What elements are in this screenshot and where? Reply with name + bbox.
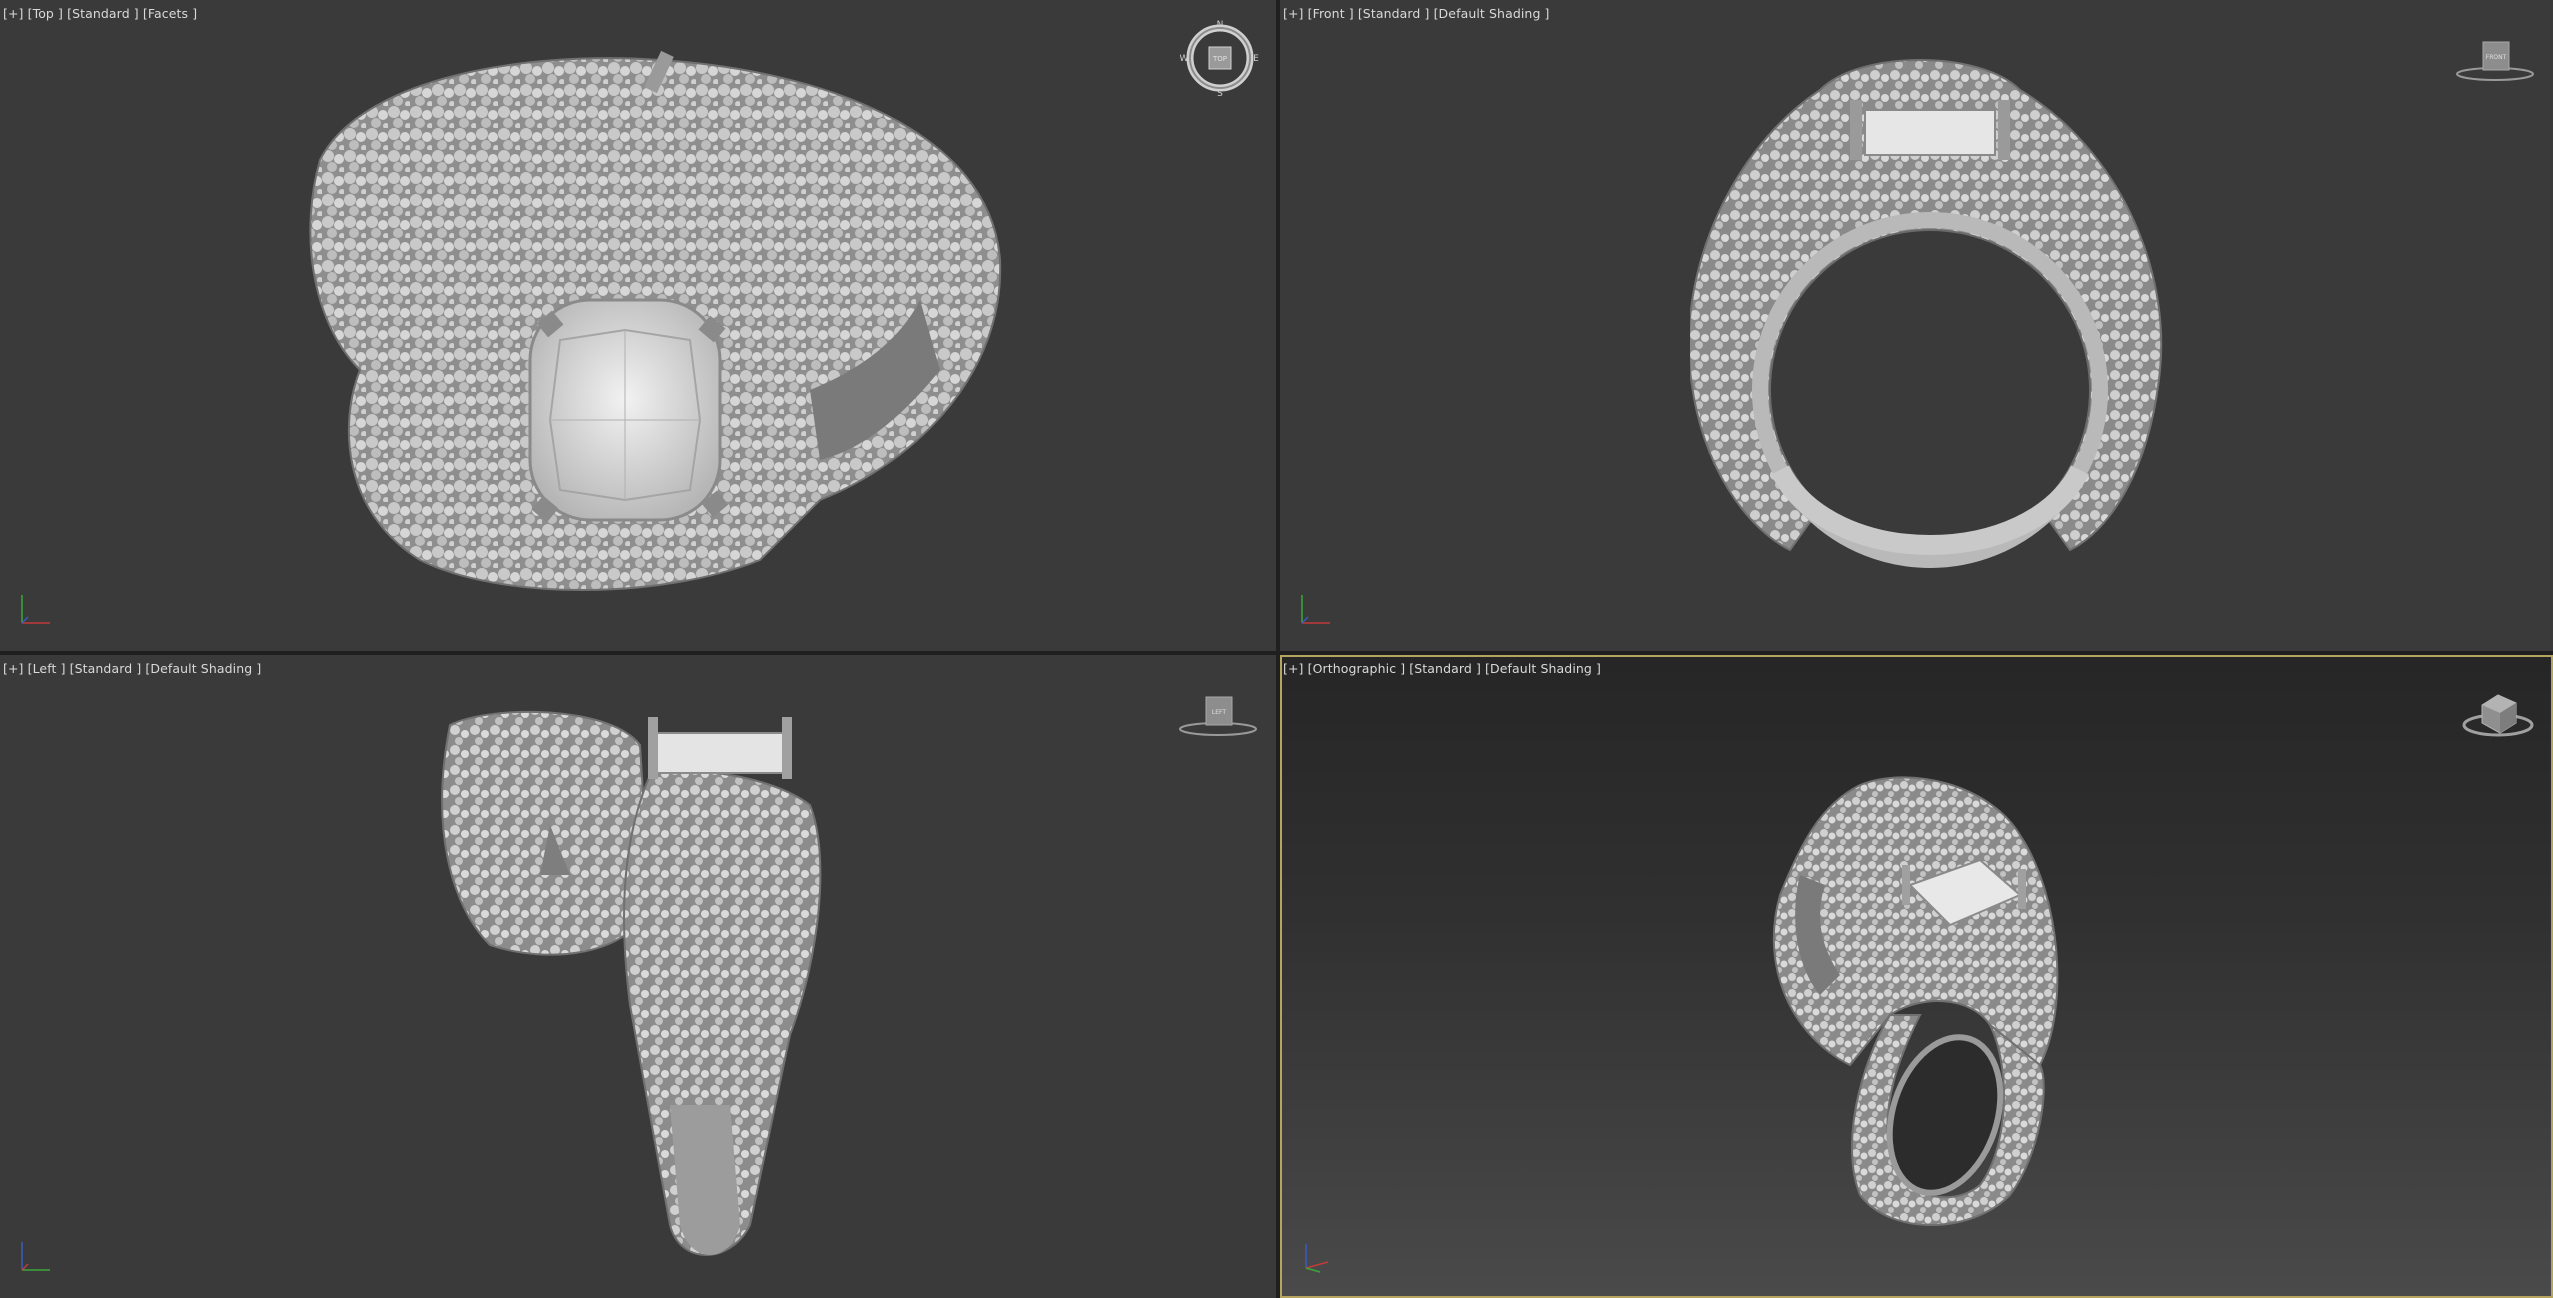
svg-text:S: S [1217, 89, 1223, 98]
view-cube-icon[interactable]: LEFT [1178, 693, 1258, 739]
ring-model-front[interactable] [1690, 50, 2170, 610]
viewport-grid: [+] [Top ] [Standard ] [Facets ] TOP N S… [0, 0, 2553, 1298]
view-cube-left-label: LEFT [1212, 709, 1226, 716]
compass-view-cube-icon[interactable]: TOP N S E W [1180, 18, 1260, 98]
view-cube-top-label: TOP [1212, 55, 1227, 63]
viewport-front[interactable]: [+] [Front ] [Standard ] [Default Shadin… [1280, 0, 2553, 651]
ring-model-top[interactable] [300, 40, 1020, 610]
viewport-left[interactable]: [+] [Left ] [Standard ] [Default Shading… [0, 655, 1276, 1298]
svg-text:E: E [1253, 54, 1259, 64]
view-cube-icon[interactable]: FRONT [2455, 38, 2535, 84]
viewport-top[interactable]: [+] [Top ] [Standard ] [Facets ] TOP N S… [0, 0, 1276, 651]
svg-text:W: W [1180, 54, 1189, 64]
axis-tripod-icon [1301, 595, 1330, 624]
viewport-label-front[interactable]: [+] [Front ] [Standard ] [Default Shadin… [1283, 6, 1550, 21]
view-cube-icon[interactable] [2460, 683, 2536, 743]
ring-model-left[interactable] [430, 705, 850, 1265]
axis-tripod-icon [21, 1242, 50, 1271]
axis-tripod-icon [1305, 1244, 1329, 1273]
svg-text:N: N [1217, 20, 1224, 30]
viewport-orthographic[interactable]: [+] [Orthographic ] [Standard ] [Default… [1280, 655, 2553, 1298]
viewport-label-left[interactable]: [+] [Left ] [Standard ] [Default Shading… [3, 661, 261, 676]
viewport-label-orthographic[interactable]: [+] [Orthographic ] [Standard ] [Default… [1283, 661, 1601, 676]
viewport-label-top[interactable]: [+] [Top ] [Standard ] [Facets ] [3, 6, 197, 21]
ring-model-perspective[interactable] [1740, 765, 2100, 1245]
view-cube-front-label: FRONT [2486, 54, 2507, 61]
axis-tripod-icon [21, 595, 50, 624]
